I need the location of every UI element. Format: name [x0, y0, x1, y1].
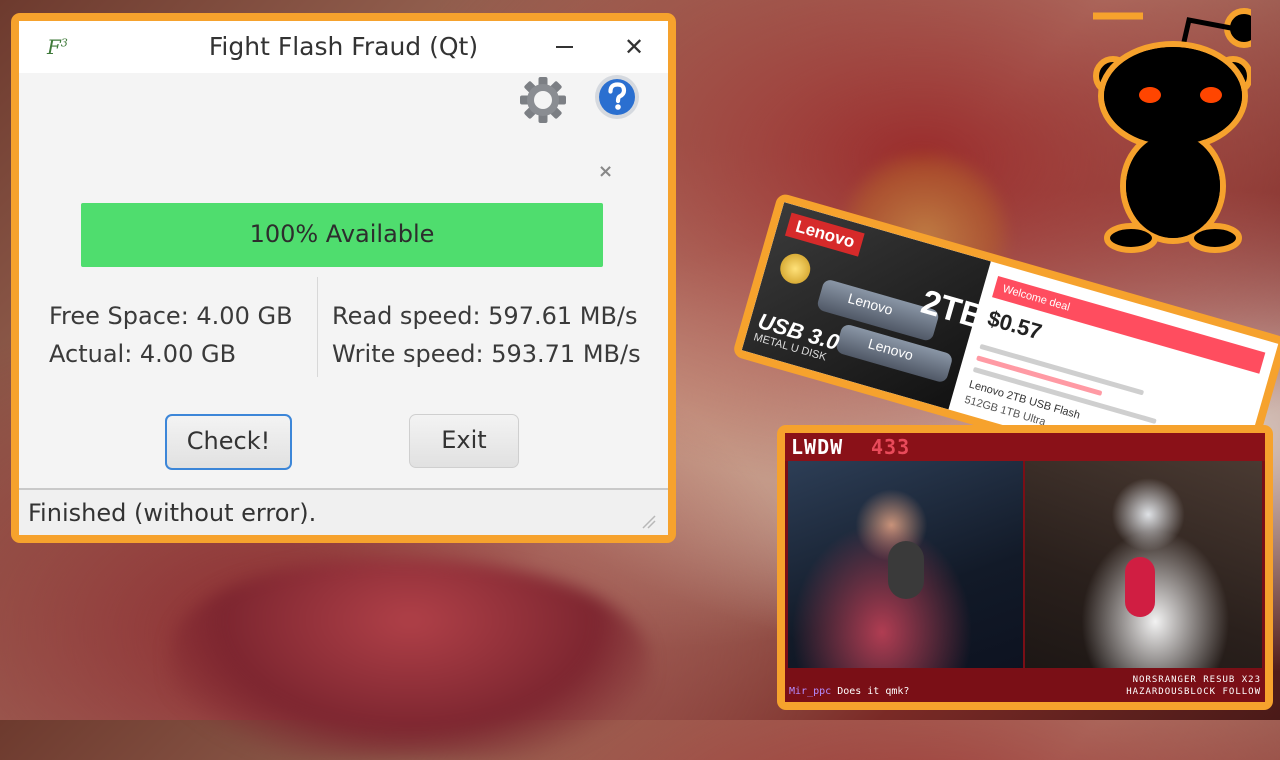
progress-label: 100% Available	[249, 220, 435, 248]
brand-badge: Lenovo	[784, 212, 866, 257]
f3-window: F3 Fight Flash Fraud (Qt) ✕ × 100% Avail…	[19, 21, 668, 535]
minimize-button[interactable]	[547, 29, 583, 65]
write-speed-text: Write speed: 593.71 MB/s	[332, 340, 641, 368]
status-bar: Finished (without error).	[19, 488, 668, 535]
dismiss-icon[interactable]: ×	[598, 161, 613, 182]
stats-divider	[317, 277, 318, 377]
read-speed-text: Read speed: 597.61 MB/s	[332, 302, 638, 330]
close-button[interactable]: ✕	[616, 29, 652, 65]
microphone-icon	[1125, 557, 1155, 617]
webcam-right	[1025, 461, 1262, 675]
help-icon[interactable]	[592, 72, 642, 122]
background-fist	[170, 560, 650, 760]
chat-message: Mir_ppc Does it qmk?	[789, 686, 909, 697]
reddit-mascot-icon	[1093, 8, 1251, 253]
free-space-text: Free Space: 4.00 GB	[49, 302, 293, 330]
episode-number: 433	[871, 435, 911, 459]
check-button[interactable]: Check!	[165, 414, 292, 470]
status-text: Finished (without error).	[28, 499, 317, 527]
medal-icon	[776, 250, 814, 288]
exit-button[interactable]: Exit	[409, 414, 519, 468]
settings-gear-icon[interactable]	[516, 73, 570, 127]
title-bar[interactable]: F3 Fight Flash Fraud (Qt) ✕	[19, 21, 668, 73]
stream-panel: LWDW 433 Mir_ppc Does it qmk? NORSRANGER…	[785, 433, 1265, 702]
webcam-left	[788, 461, 1023, 675]
price-text: $0.57	[984, 305, 1045, 345]
stream-footer: Mir_ppc Does it qmk? NORSRANGER RESUB X2…	[785, 668, 1265, 702]
alert-resub: NORSRANGER RESUB X23	[1132, 675, 1261, 685]
speed-stats: Read speed: 597.61 MB/s Write speed: 593…	[332, 297, 641, 373]
chat-username: Mir_ppc	[789, 686, 832, 697]
alert-follow: HAZARDOUSBLOCK FOLLOW	[1126, 687, 1261, 697]
show-title: LWDW	[791, 435, 844, 459]
capacity-stats: Free Space: 4.00 GB Actual: 4.00 GB	[49, 297, 293, 373]
availability-progress-bar: 100% Available	[81, 203, 603, 267]
stream-panel-frame: LWDW 433 Mir_ppc Does it qmk? NORSRANGER…	[777, 425, 1273, 710]
microphone-icon	[888, 541, 924, 599]
stream-header: LWDW 433	[785, 433, 1265, 461]
chat-text: Does it qmk?	[837, 686, 910, 697]
actual-size-text: Actual: 4.00 GB	[49, 340, 237, 368]
resize-grip-icon[interactable]	[638, 511, 656, 529]
f3-window-frame: F3 Fight Flash Fraud (Qt) ✕ × 100% Avail…	[11, 13, 676, 543]
